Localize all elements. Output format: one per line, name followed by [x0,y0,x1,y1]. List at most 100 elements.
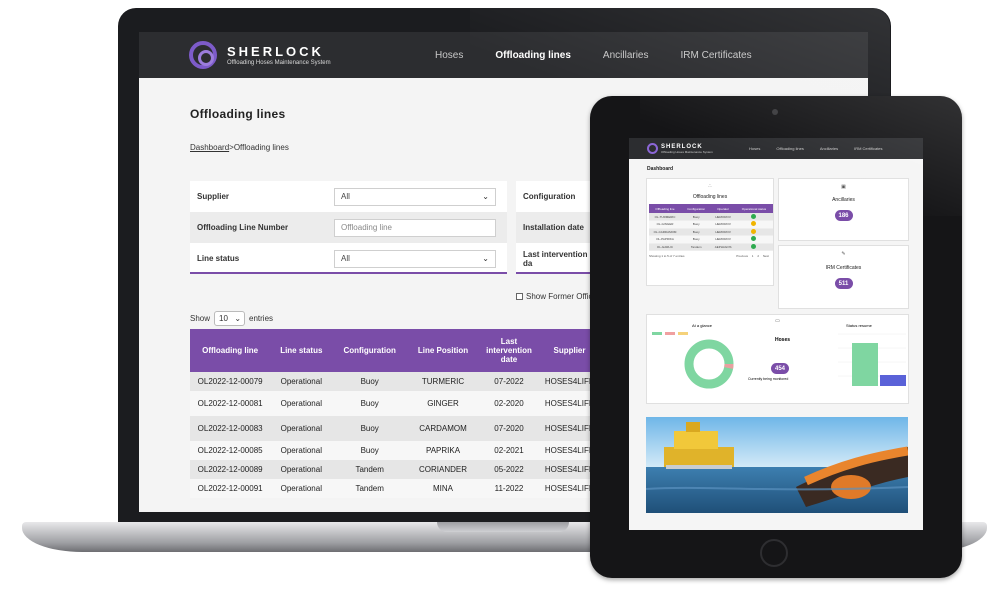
pager-page-2[interactable]: 2 [757,254,759,258]
mini-cell-id: OL-CARDAMOM [649,228,681,236]
offloading-lines-table: Offloading line Line status Configuratio… [190,329,600,498]
chevron-down-icon: ⌄ [482,191,489,201]
cell-offloading-line: OL2022-12-00089 [190,460,271,479]
cell-configuration: Buoy [332,372,408,391]
col-configuration[interactable]: Configuration [332,329,408,372]
supplier-label: Supplier [197,192,230,201]
checkbox-box[interactable] [516,293,523,300]
mini-table-row[interactable]: OL-GARLIC Tandem AEPHAGOS [649,243,773,251]
table-row[interactable]: OL2022-12-00081 Operational Buoy GINGER 02-2… [190,391,600,416]
tablet-home-button[interactable] [760,539,788,567]
irm-certificates-card[interactable]: ✎ IRM Certificates 511 [778,245,909,309]
mini-col-operator[interactable]: Operator [711,204,735,213]
app-header: SHERLOCK Offloading Hoses Maintenance Sy… [139,32,868,78]
mini-table-info: Showing 1 to 5 of 7 entries [649,254,685,258]
ancillaries-card[interactable]: ▣ Ancillaries 186 [778,178,909,241]
cell-line-position: CORIANDER [407,460,479,479]
tablet-nav-hoses[interactable]: Hoses [749,146,760,151]
col-line-position[interactable]: Line Position [407,329,479,372]
table-row[interactable]: OL2022-12-00091 Operational Tandem MINA 11-2… [190,479,600,498]
mini-col-line[interactable]: Offloading line [649,204,681,213]
mini-cell-status [734,220,773,229]
col-offloading-line[interactable]: Offloading line [190,329,271,372]
mini-table-row[interactable]: OL-TURMERIC Buoy HEMOROV [649,213,773,221]
mini-cell-id: OL-TURMERIC [649,213,681,221]
filter-row-installation-date: Installation date [516,212,596,243]
cell-configuration: Tandem [332,460,408,479]
mini-cell-op: HEMOROV [711,213,735,221]
mini-cell-op: AEPHAGOS [711,243,735,251]
mini-table-footer: Showing 1 to 5 of 7 entries Previous 1 2… [649,254,769,258]
box-icon: ▣ [841,184,846,190]
nav-hoses[interactable]: Hoses [435,50,463,61]
status-dot-icon [751,221,757,227]
cell-line-status: Operational [270,441,333,460]
table-row[interactable]: OL2022-12-00085 Operational Buoy PAPRIKA 02-… [190,441,600,460]
sherlock-logo-icon [189,41,217,69]
entries-select[interactable]: 10 ⌄ [214,311,246,326]
table-row[interactable]: OL2022-12-00083 Operational Buoy CARDAMOM 07… [190,416,600,441]
mini-cell-op: HEMOROV [711,235,735,244]
ancillaries-count-badge: 186 [834,210,853,221]
table-header-row: Offloading line Line status Configuratio… [190,329,600,372]
tablet-nav-offloading-lines[interactable]: Offloading lines [776,146,804,151]
line-number-input[interactable]: Offloading line [334,218,496,237]
mini-col-configuration[interactable]: Configuration [680,204,712,213]
tablet-nav-irm-certificates[interactable]: IRM Certificates [854,146,882,151]
laptop-notch [437,522,569,532]
table-row[interactable]: OL2022-12-00089 Operational Tandem CORIANDE… [190,460,600,479]
line-status-label: Line status [197,254,240,263]
mini-table-row[interactable]: OL-PAPRIKA Buoy HEMOROV [649,235,773,244]
cell-line-status: Operational [270,391,333,416]
mini-table-row[interactable]: OL-GINGER Buoy HEMOROV [649,220,773,229]
buoy-tower [686,422,700,432]
col-line-status[interactable]: Line status [270,329,333,372]
app-logo[interactable]: SHERLOCK Offloading Hoses Maintenance Sy… [189,41,331,69]
show-former-label: Show Former Offic [526,292,593,301]
breadcrumb: Dashboard>Offloading lines [190,143,289,152]
ancillaries-card-title: Ancillaries [832,197,855,203]
line-status-select-value: All [341,254,350,263]
donut-ring [684,339,734,389]
supplier-select[interactable]: All ⌄ [334,187,496,206]
entries-select-value: 10 [219,314,228,323]
mini-col-status[interactable]: Operational status [734,204,773,213]
sherlock-logo-icon [647,143,658,154]
nav-irm-certificates[interactable]: IRM Certificates [681,50,752,61]
configuration-label: Configuration [523,192,576,201]
nav-ancillaries[interactable]: Ancillaries [603,50,649,61]
tablet-app-logo[interactable]: SHERLOCK Offloading Hoses Maintenance Sy… [647,143,713,154]
cell-last-intervention: 05-2022 [478,460,539,479]
pager-page-1[interactable]: 1 [752,254,754,258]
mini-cell-status [734,228,773,236]
cell-configuration: Buoy [332,391,408,416]
show-entries-suffix: entries [249,314,274,323]
cell-last-intervention: 02-2021 [478,441,539,460]
filter-row-line-number: Offloading Line Number Offloading line [190,212,507,243]
filter-panel-right: Configuration Installation date Last int… [516,181,596,274]
cell-line-position: MINA [407,479,479,498]
pager-previous[interactable]: Previous [736,254,748,258]
tablet-app-header: SHERLOCK Offloading Hoses Maintenance Sy… [629,138,923,159]
cell-offloading-line: OL2022-12-00081 [190,391,271,416]
show-former-checkbox[interactable]: Show Former Offic [516,292,593,301]
mini-table-pager: Previous 1 2 Next [736,254,769,258]
breadcrumb-dashboard-link[interactable]: Dashboard [190,143,229,152]
mini-table-row[interactable]: OL-CARDAMOM Buoy HEMOROV [649,228,773,236]
col-last-intervention[interactable]: Last intervention date [478,329,539,372]
main-nav: Hoses Offloading lines Ancillaries IRM C… [435,32,784,78]
cell-line-status: Operational [270,372,333,391]
hoses-title: Hoses [775,337,791,343]
nav-offloading-lines[interactable]: Offloading lines [495,50,571,61]
status-dot-icon [751,243,757,249]
table-row[interactable]: OL2022-12-00079 Operational Buoy TURMERIC 07… [190,372,600,391]
pager-next[interactable]: Next [763,254,769,258]
at-a-glance-title: At a glance [692,323,713,328]
hoses-caption: Currently being monitored [748,377,789,381]
chevron-down-icon: ⌄ [234,314,242,323]
line-status-select[interactable]: All ⌄ [334,249,496,268]
tablet-nav-ancillaries[interactable]: Ancillaries [820,146,838,151]
mini-cell-op: HEMOROV [711,220,735,229]
mini-cell-id: OL-PAPRIKA [649,235,681,244]
filter-row-supplier: Supplier All ⌄ [190,181,507,212]
